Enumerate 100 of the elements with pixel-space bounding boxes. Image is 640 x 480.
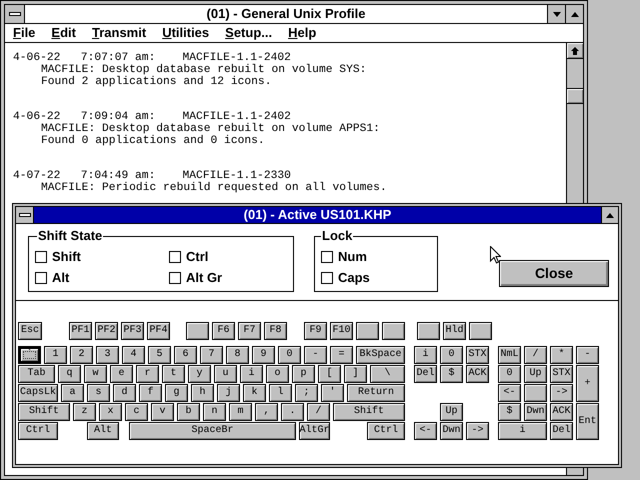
keyboard-key[interactable]: Up [440, 403, 463, 421]
keyboard-key[interactable]: 7 [200, 346, 223, 364]
keyboard-key[interactable]: . [281, 403, 304, 421]
checkbox[interactable] [321, 251, 333, 263]
keyboard-key[interactable]: 9 [252, 346, 275, 364]
system-menu-button[interactable] [5, 5, 25, 23]
close-button[interactable]: Close [499, 260, 609, 287]
blank-key[interactable] [356, 322, 379, 340]
keyboard-key[interactable]: b [177, 403, 200, 421]
keyboard-key[interactable]: = [330, 346, 353, 364]
keyboard-key[interactable]: x [99, 403, 122, 421]
keyboard-key[interactable]: F10 [330, 322, 353, 340]
keyboard-key[interactable]: q [58, 365, 81, 383]
minimize-button[interactable] [547, 5, 565, 23]
keyboard-key[interactable]: 1 [44, 346, 67, 364]
keyboard-key[interactable]: CapsLk [18, 384, 58, 402]
keyboard-key[interactable]: Del [414, 365, 437, 383]
keyboard-key[interactable]: l [269, 384, 292, 402]
keyboard-key[interactable]: y [188, 365, 211, 383]
keyboard-key[interactable]: + [576, 365, 599, 402]
keyboard-key[interactable]: AltGr [299, 422, 330, 440]
keyboard-key[interactable]: PF4 [147, 322, 170, 340]
keyboard-key[interactable]: Dwn [440, 422, 463, 440]
keyboard-key[interactable]: Shift [333, 403, 405, 421]
keyboard-key[interactable]: 0 [278, 346, 301, 364]
keyboard-key[interactable]: Up [524, 365, 547, 383]
keyboard-key[interactable]: Dwn [524, 403, 547, 421]
keyboard-key[interactable]: 2 [70, 346, 93, 364]
keyboard-key[interactable]: Alt [87, 422, 119, 440]
keyboard-key[interactable]: Esc [18, 322, 42, 340]
keyboard-key[interactable]: \ [370, 365, 405, 383]
keyboard-key[interactable]: z [73, 403, 96, 421]
keyboard-key[interactable]: -> [550, 384, 573, 402]
keyboard-key[interactable]: -> [466, 422, 489, 440]
system-menu-button[interactable] [16, 207, 34, 223]
menu-item[interactable]: Utilities [162, 23, 210, 43]
keyboard-key[interactable]: - [304, 346, 327, 364]
keyboard-key[interactable]: / [307, 403, 330, 421]
keyboard-key[interactable]: ACK [466, 365, 489, 383]
keyboard-key[interactable]: SpaceBr [129, 422, 296, 440]
blank-key[interactable] [382, 322, 405, 340]
keyboard-key[interactable]: e [110, 365, 133, 383]
keyboard-key[interactable]: c [125, 403, 148, 421]
keyboard-key[interactable]: <- [414, 422, 437, 440]
checkbox[interactable] [35, 272, 47, 284]
keyboard-key[interactable]: , [255, 403, 278, 421]
keyboard-key[interactable]: Tab [18, 365, 55, 383]
checkbox[interactable] [321, 272, 333, 284]
keyboard-key[interactable]: m [229, 403, 252, 421]
keyboard-key[interactable]: STX [550, 365, 573, 383]
keyboard-key[interactable]: 6 [174, 346, 197, 364]
keyboard-key[interactable]: PF3 [121, 322, 144, 340]
keyboard-key[interactable]: STX [466, 346, 489, 364]
keyboard-key[interactable]: i [240, 365, 263, 383]
keyboard-key[interactable]: p [292, 365, 315, 383]
keyboard-key[interactable]: F9 [304, 322, 327, 340]
keyboard-key[interactable]: Hld [443, 322, 466, 340]
keyboard-key[interactable]: * [550, 346, 573, 364]
menu-item[interactable]: File [13, 23, 36, 43]
keyboard-key[interactable]: / [524, 346, 547, 364]
maximize-button[interactable] [565, 5, 583, 23]
keyboard-key[interactable]: ' [321, 384, 344, 402]
keyboard-key[interactable]: n [203, 403, 226, 421]
keyboard-key[interactable]: h [191, 384, 214, 402]
keyboard-key[interactable]: Ent [576, 403, 599, 440]
keyboard-key[interactable]: r [136, 365, 159, 383]
keyboard-key[interactable]: u [214, 365, 237, 383]
keyboard-key[interactable]: f [139, 384, 162, 402]
keyboard-key[interactable]: a [61, 384, 84, 402]
keyboard-key[interactable]: 8 [226, 346, 249, 364]
keyboard-key[interactable]: w [84, 365, 107, 383]
keyboard-key[interactable]: 0 [498, 365, 521, 383]
blank-key[interactable] [524, 384, 547, 402]
menu-item[interactable]: Help [288, 23, 316, 43]
checkbox[interactable] [169, 251, 181, 263]
keyboard-key[interactable]: ACK [550, 403, 573, 421]
keyboard-key[interactable]: PF2 [95, 322, 118, 340]
keyboard-key[interactable]: - [576, 346, 599, 364]
keyboard-key[interactable]: ` [18, 346, 41, 364]
keyboard-key[interactable]: s [87, 384, 110, 402]
keyboard-key[interactable]: F8 [264, 322, 287, 340]
keyboard-key[interactable]: Ctrl [18, 422, 58, 440]
menu-item[interactable]: Transmit [92, 23, 146, 43]
keyboard-key[interactable]: Shift [18, 403, 70, 421]
keyboard-key[interactable]: Ctrl [367, 422, 405, 440]
blank-key[interactable] [186, 322, 209, 340]
keyboard-key[interactable]: [ [318, 365, 341, 383]
keyboard-key[interactable]: 4 [122, 346, 145, 364]
blank-key[interactable] [417, 322, 440, 340]
keyboard-key[interactable]: $ [440, 365, 463, 383]
keyboard-key[interactable]: Return [347, 384, 405, 402]
keyboard-key[interactable]: PF1 [69, 322, 92, 340]
keyboard-key[interactable]: d [113, 384, 136, 402]
keyboard-key[interactable]: i [498, 422, 547, 440]
keyboard-key[interactable]: 3 [96, 346, 119, 364]
keyboard-key[interactable]: Del [550, 422, 573, 440]
checkbox[interactable] [35, 251, 47, 263]
blank-key[interactable] [469, 322, 492, 340]
keyboard-key[interactable]: <- [498, 384, 521, 402]
scroll-thumb[interactable] [567, 88, 583, 104]
